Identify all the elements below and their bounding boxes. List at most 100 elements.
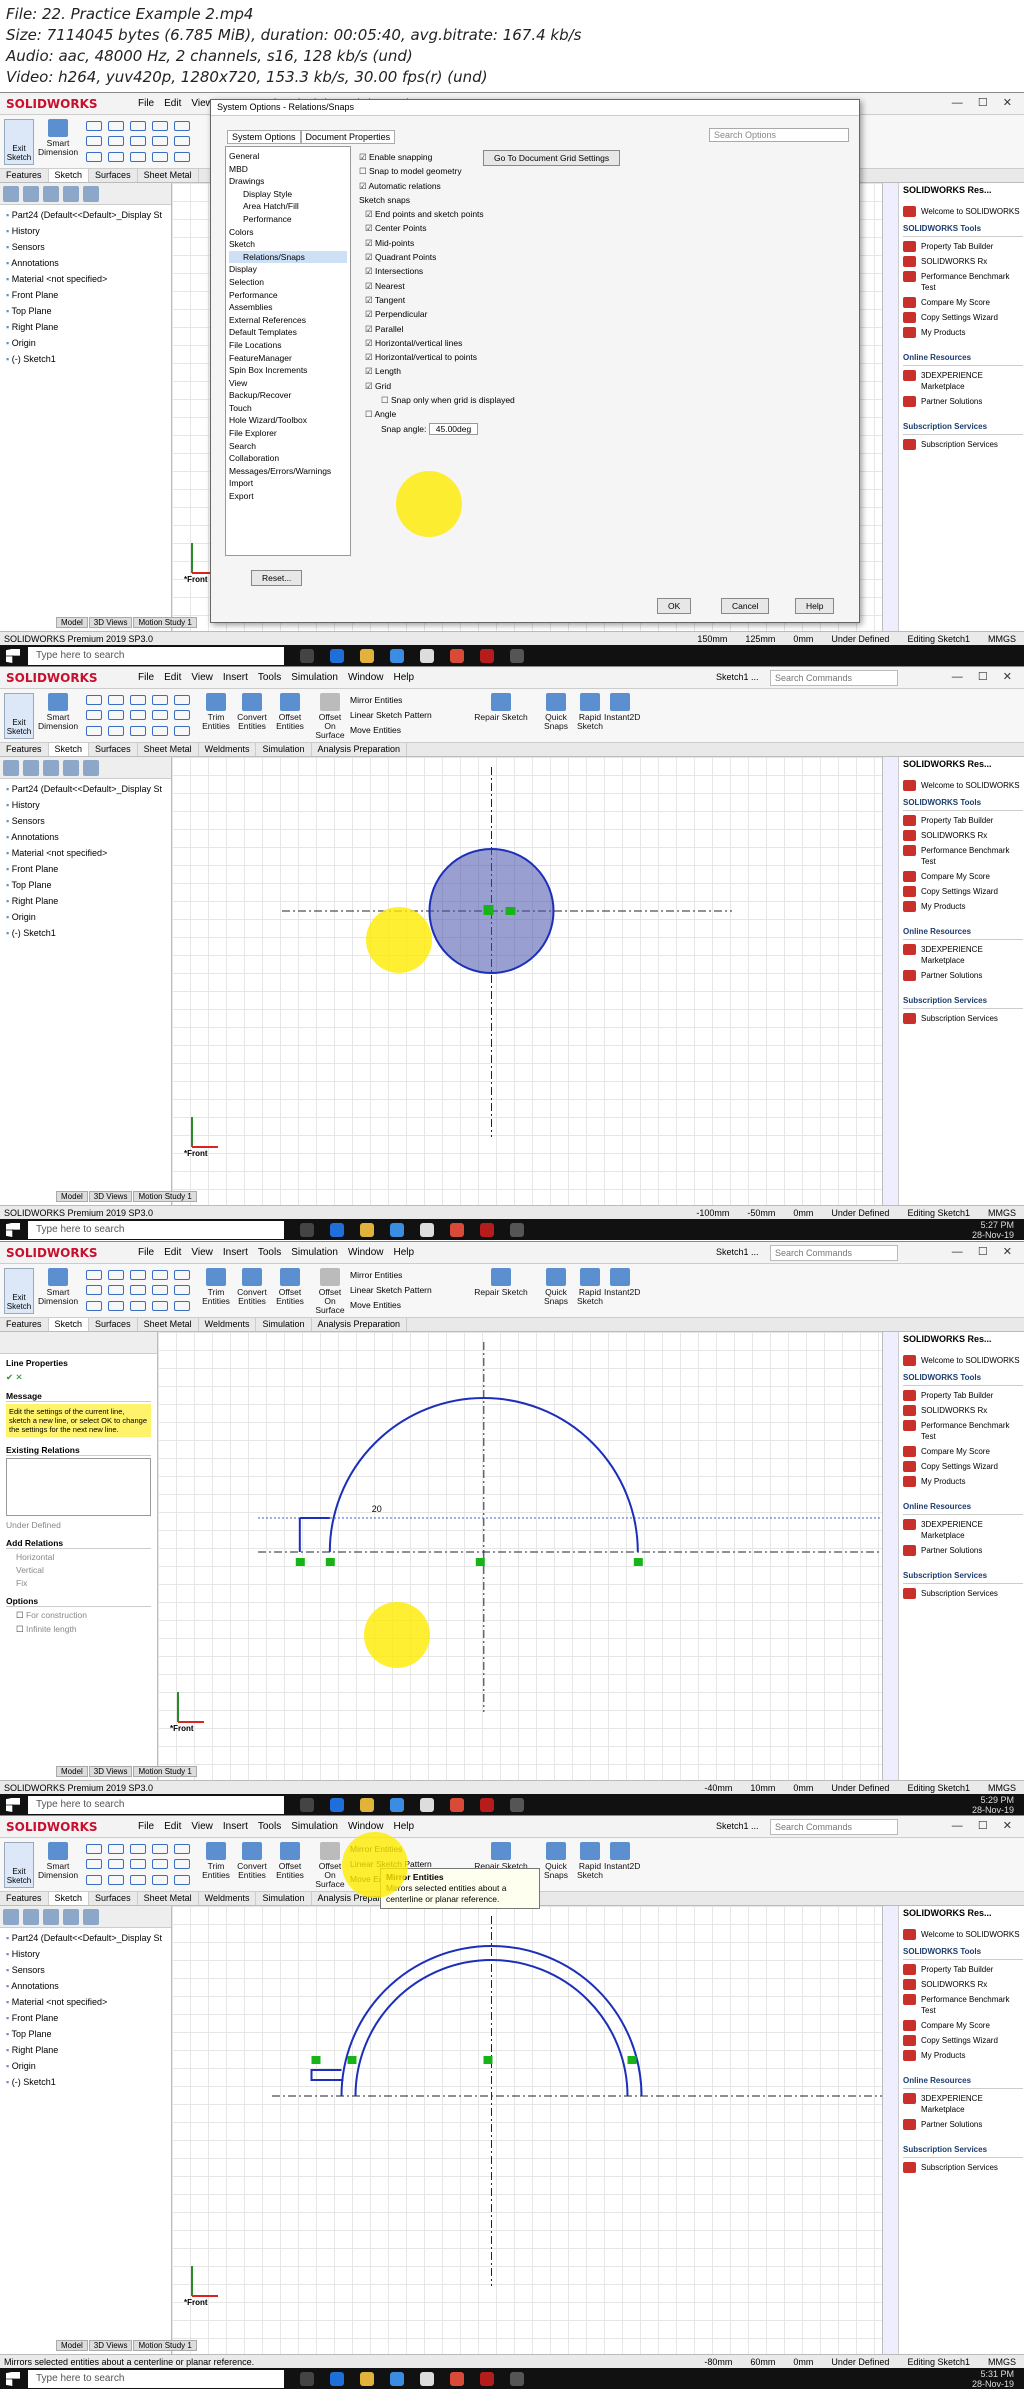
- manager-tab-icon[interactable]: [63, 760, 79, 776]
- sketch-tool-icon[interactable]: [108, 1874, 124, 1885]
- app-icon[interactable]: [510, 2372, 524, 2386]
- tree-item[interactable]: Front Plane: [6, 2010, 165, 2026]
- tool-link[interactable]: Performance Benchmark Test: [903, 1420, 1023, 1442]
- ribbon-button[interactable]: Repair Sketch: [474, 693, 528, 722]
- command-tab[interactable]: Simulation: [256, 743, 312, 756]
- tool-link[interactable]: Compare My Score: [903, 297, 1023, 308]
- ribbon-button[interactable]: Rapid Sketch: [574, 1268, 606, 1306]
- window-controls[interactable]: — ☐ ✕: [952, 96, 1018, 109]
- model-tab[interactable]: Model: [56, 1191, 88, 1202]
- snap-checkbox[interactable]: Quadrant Points: [359, 250, 849, 264]
- sketch-tool-icon[interactable]: [108, 1859, 124, 1870]
- options-nav-item[interactable]: Messages/Errors/Warnings: [229, 465, 347, 478]
- graphics-area[interactable]: *Front: [172, 1906, 882, 2354]
- command-tab[interactable]: Sheet Metal: [138, 1892, 199, 1905]
- menu-item[interactable]: Simulation: [291, 1247, 338, 1258]
- solidworks-taskbar-icon[interactable]: [480, 1798, 494, 1812]
- options-nav-item[interactable]: Touch: [229, 402, 347, 415]
- tree-item[interactable]: Origin: [6, 2058, 165, 2074]
- command-tab[interactable]: Surfaces: [89, 743, 138, 756]
- tool-link[interactable]: Property Tab Builder: [903, 241, 1023, 252]
- tool-link[interactable]: My Products: [903, 901, 1023, 912]
- command-tab[interactable]: Weldments: [199, 1318, 257, 1331]
- manager-tab-icon[interactable]: [83, 1909, 99, 1925]
- tree-item[interactable]: Annotations: [6, 255, 165, 271]
- tool-link[interactable]: Performance Benchmark Test: [903, 1994, 1023, 2016]
- menu-item[interactable]: View: [191, 672, 213, 683]
- options-nav-item[interactable]: Relations/Snaps: [229, 250, 347, 264]
- tool-link[interactable]: SOLIDWORKS Rx: [903, 1979, 1023, 1990]
- folder-icon[interactable]: [360, 1798, 374, 1812]
- ribbon-button[interactable]: Convert Entities: [236, 1268, 268, 1306]
- command-tab[interactable]: Analysis Preparation: [312, 1318, 408, 1331]
- sketch-tool-icon[interactable]: [86, 1844, 102, 1854]
- welcome-link[interactable]: Welcome to SOLIDWORKS: [903, 1929, 1023, 1940]
- options-nav-item[interactable]: Assemblies: [229, 301, 347, 314]
- sketch-tool-icon[interactable]: [130, 1270, 146, 1280]
- edge-icon[interactable]: [330, 1223, 344, 1237]
- tool-link[interactable]: Copy Settings Wizard: [903, 886, 1023, 897]
- linear-pattern-button[interactable]: Linear Sketch Pattern: [350, 1283, 432, 1298]
- sketch-tool-icon[interactable]: [86, 710, 102, 721]
- windows-start-icon[interactable]: [6, 1798, 20, 1812]
- command-tab[interactable]: Sketch: [48, 743, 90, 756]
- tree-item[interactable]: Part24 (Default<<Default>_Display St: [6, 781, 165, 797]
- menu-item[interactable]: Insert: [223, 672, 248, 683]
- online-link[interactable]: Partner Solutions: [903, 2119, 1023, 2130]
- sketch-tool-icon[interactable]: [174, 710, 190, 721]
- ribbon-button[interactable]: Offset On Surface: [314, 1268, 346, 1315]
- window-controls[interactable]: — ☐ ✕: [952, 1819, 1018, 1832]
- ribbon-button[interactable]: Convert Entities: [236, 693, 268, 731]
- taskbar-search[interactable]: Type here to search: [28, 1796, 284, 1814]
- online-link[interactable]: 3DEXPERIENCE Marketplace: [903, 2093, 1023, 2115]
- sketch-tool-icon[interactable]: [130, 1285, 146, 1296]
- command-tab[interactable]: Analysis Preparation: [312, 743, 408, 756]
- task-view-icon[interactable]: [300, 649, 314, 663]
- snap-checkbox[interactable]: Intersections: [359, 264, 849, 278]
- tree-item[interactable]: Annotations: [6, 1978, 165, 1994]
- windows-start-icon[interactable]: [6, 1223, 20, 1237]
- sketch-tool-icon[interactable]: [152, 1874, 168, 1885]
- snap-checkbox[interactable]: Length: [359, 364, 849, 378]
- end-profile[interactable]: [310, 2069, 344, 2081]
- ribbon-button[interactable]: Instant2D: [604, 693, 640, 722]
- subscription-link[interactable]: Subscription Services: [903, 1013, 1023, 1024]
- menu-item[interactable]: View: [191, 1821, 213, 1832]
- tree-item[interactable]: Top Plane: [6, 2026, 165, 2042]
- store-icon[interactable]: [390, 649, 404, 663]
- tree-item[interactable]: History: [6, 1946, 165, 1962]
- command-tab[interactable]: Sketch: [48, 1318, 90, 1331]
- mail-icon[interactable]: [420, 649, 434, 663]
- manager-tab-icon[interactable]: [43, 186, 59, 202]
- tree-item[interactable]: (-) Sketch1: [6, 2074, 165, 2090]
- tool-link[interactable]: SOLIDWORKS Rx: [903, 1405, 1023, 1416]
- options-nav-item[interactable]: Sketch: [229, 238, 347, 251]
- store-icon[interactable]: [390, 1798, 404, 1812]
- sketch-tool-icon[interactable]: [108, 710, 124, 721]
- tree-item[interactable]: History: [6, 797, 165, 813]
- app-icon[interactable]: [510, 1798, 524, 1812]
- command-tab[interactable]: Features: [0, 169, 49, 182]
- sketch-tool-icon[interactable]: [152, 151, 168, 162]
- sketch-tool-icon[interactable]: [174, 121, 190, 131]
- tree-item[interactable]: Top Plane: [6, 303, 165, 319]
- manager-tab-icon[interactable]: [83, 186, 99, 202]
- menu-item[interactable]: Window: [348, 1821, 384, 1832]
- tree-item[interactable]: Top Plane: [6, 877, 165, 893]
- tree-item[interactable]: History: [6, 223, 165, 239]
- windows-start-icon[interactable]: [6, 2372, 20, 2386]
- tool-link[interactable]: Compare My Score: [903, 2020, 1023, 2031]
- model-tab[interactable]: 3D Views: [88, 2340, 133, 2351]
- sketch-tool-icon[interactable]: [174, 725, 190, 736]
- online-link[interactable]: Partner Solutions: [903, 396, 1023, 407]
- snap-checkbox[interactable]: Parallel: [359, 322, 849, 336]
- relation-option[interactable]: Fix: [16, 1578, 141, 1588]
- snap-checkbox[interactable]: Grid: [359, 379, 849, 393]
- tree-item[interactable]: Sensors: [6, 1962, 165, 1978]
- command-tab[interactable]: Features: [0, 743, 49, 756]
- edge-icon[interactable]: [330, 649, 344, 663]
- tool-link[interactable]: Copy Settings Wizard: [903, 312, 1023, 323]
- online-link[interactable]: 3DEXPERIENCE Marketplace: [903, 1519, 1023, 1541]
- options-nav-item[interactable]: Hole Wizard/Toolbox: [229, 414, 347, 427]
- online-link[interactable]: Partner Solutions: [903, 970, 1023, 981]
